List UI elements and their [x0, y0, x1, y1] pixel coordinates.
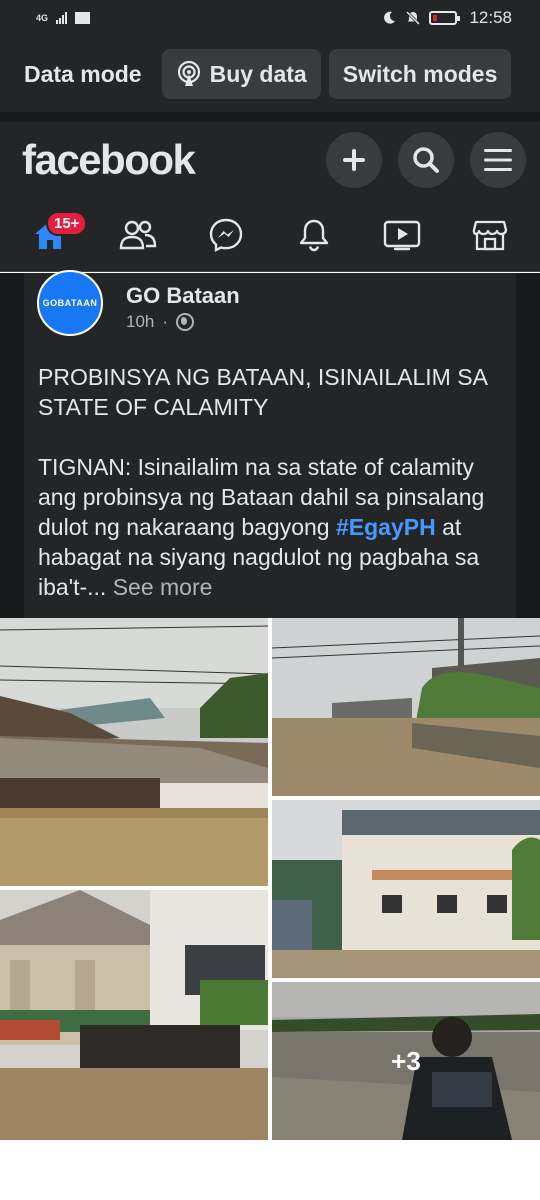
search-icon — [413, 147, 439, 173]
meta-separator: · — [162, 312, 169, 331]
menu-icon — [484, 149, 512, 171]
messenger-icon — [209, 218, 243, 252]
tab-messenger[interactable] — [196, 205, 256, 265]
tab-bar: 15+ — [0, 198, 540, 272]
battery-low-icon — [429, 11, 461, 25]
hashtag-link[interactable]: #EgayPH — [336, 514, 436, 540]
photo-3[interactable] — [0, 890, 268, 1140]
facebook-logo: facebook — [22, 136, 196, 183]
avatar-text: GOBATAAN — [42, 298, 98, 308]
switch-modes-button[interactable]: Switch modes — [328, 49, 512, 99]
notifications-icon — [299, 219, 329, 251]
flooded-house-gate-image — [0, 890, 268, 1140]
add-icon — [343, 149, 365, 171]
buy-data-label: Buy data — [209, 60, 307, 87]
buy-data-button[interactable]: Buy data — [161, 49, 321, 99]
divider — [0, 112, 540, 122]
menu-button[interactable] — [470, 132, 526, 188]
see-more-link[interactable]: See more — [113, 574, 213, 600]
photo-grid: +3 — [0, 618, 540, 1140]
tab-notifications[interactable] — [284, 205, 344, 265]
more-photos-count: +3 — [391, 1045, 421, 1076]
clock: 12:58 — [469, 8, 512, 27]
photo-4[interactable] — [272, 800, 540, 978]
photo-2[interactable] — [272, 618, 540, 796]
post-body: TIGNAN: Isinailalim na sa state of calam… — [38, 452, 508, 602]
photo-5[interactable]: +3 — [272, 982, 540, 1140]
signal-icon — [56, 12, 68, 24]
post-text: PROBINSYA NG BATAAN, ISINAILALIM SA STAT… — [38, 362, 508, 602]
data-mode-bar: Data mode Buy data Switch modes — [0, 36, 540, 112]
moon-icon — [384, 11, 396, 24]
app-header: facebook — [0, 122, 540, 198]
more-photos-overlay[interactable]: +3 — [272, 982, 540, 1140]
marketplace-icon — [472, 220, 508, 250]
switch-modes-label: Switch modes — [342, 60, 498, 87]
flooded-street-image — [272, 618, 540, 796]
flooded-houses-image — [0, 618, 268, 886]
tab-marketplace[interactable] — [460, 205, 520, 265]
mail-icon — [75, 12, 91, 24]
post-headline: PROBINSYA NG BATAAN, ISINAILALIM SA STAT… — [38, 364, 487, 420]
tab-home[interactable]: 15+ — [20, 205, 88, 265]
flooded-building-image — [272, 800, 540, 978]
author-avatar[interactable]: GOBATAAN — [37, 270, 103, 336]
watch-icon — [383, 220, 421, 250]
tab-friends[interactable] — [108, 205, 168, 265]
post-time[interactable]: 10h — [126, 312, 154, 332]
post-meta: 10h · — [126, 312, 195, 332]
post-author[interactable]: GO Bataan — [126, 283, 240, 309]
network-type: 4G — [36, 12, 49, 23]
photo-1[interactable] — [0, 618, 268, 886]
broadcast-icon — [177, 61, 200, 86]
public-globe-icon — [176, 313, 195, 331]
tab-watch[interactable] — [372, 205, 432, 265]
search-button[interactable] — [398, 132, 454, 188]
create-button[interactable] — [326, 132, 382, 188]
mute-icon — [406, 10, 421, 26]
data-mode-label: Data mode — [24, 60, 142, 87]
home-notification-badge: 15+ — [46, 210, 88, 236]
status-bar: 4G 12:58 — [0, 0, 540, 36]
friends-icon — [119, 220, 157, 249]
